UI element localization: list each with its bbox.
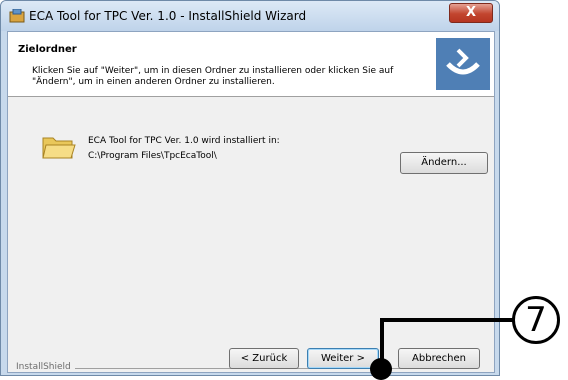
title-bar[interactable]: ECA Tool for TPC Ver. 1.0 - InstallShiel… bbox=[1, 1, 499, 31]
page-description: Klicken Sie auf "Weiter", um in diesen O… bbox=[32, 66, 394, 87]
installshield-logo-icon bbox=[436, 38, 490, 90]
next-button[interactable]: Weiter > bbox=[307, 348, 379, 369]
cancel-button[interactable]: Abbrechen bbox=[398, 348, 480, 369]
page-title: Zielordner bbox=[18, 44, 77, 55]
callout-line-horizontal bbox=[380, 318, 514, 322]
wizard-header: Zielordner Klicken Sie auf "Weiter", um … bbox=[8, 32, 494, 97]
change-folder-button[interactable]: Ändern... bbox=[400, 152, 488, 174]
installer-icon bbox=[9, 9, 25, 23]
callout-pointer-dot bbox=[370, 358, 392, 380]
install-info-label: ECA Tool for TPC Ver. 1.0 wird installie… bbox=[88, 136, 280, 146]
install-path: C:\Program Files\TpcEcaTool\ bbox=[88, 151, 217, 161]
step-number-badge: 7 bbox=[512, 296, 560, 344]
brand-label: InstallShield bbox=[16, 362, 75, 372]
close-button[interactable]: X bbox=[449, 3, 493, 23]
window-title: ECA Tool for TPC Ver. 1.0 - InstallShiel… bbox=[29, 9, 307, 23]
back-button[interactable]: < Zurück bbox=[229, 348, 299, 369]
folder-icon bbox=[42, 137, 76, 159]
